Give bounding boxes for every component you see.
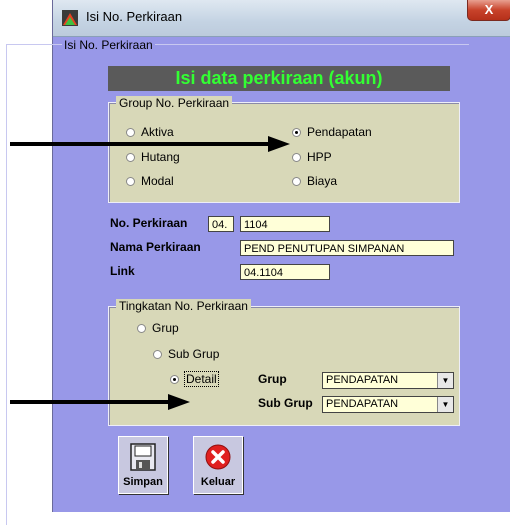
annotation-arrows [10,136,290,410]
arrow-to-pendapatan [10,136,290,152]
arrow-to-detail [10,394,190,410]
